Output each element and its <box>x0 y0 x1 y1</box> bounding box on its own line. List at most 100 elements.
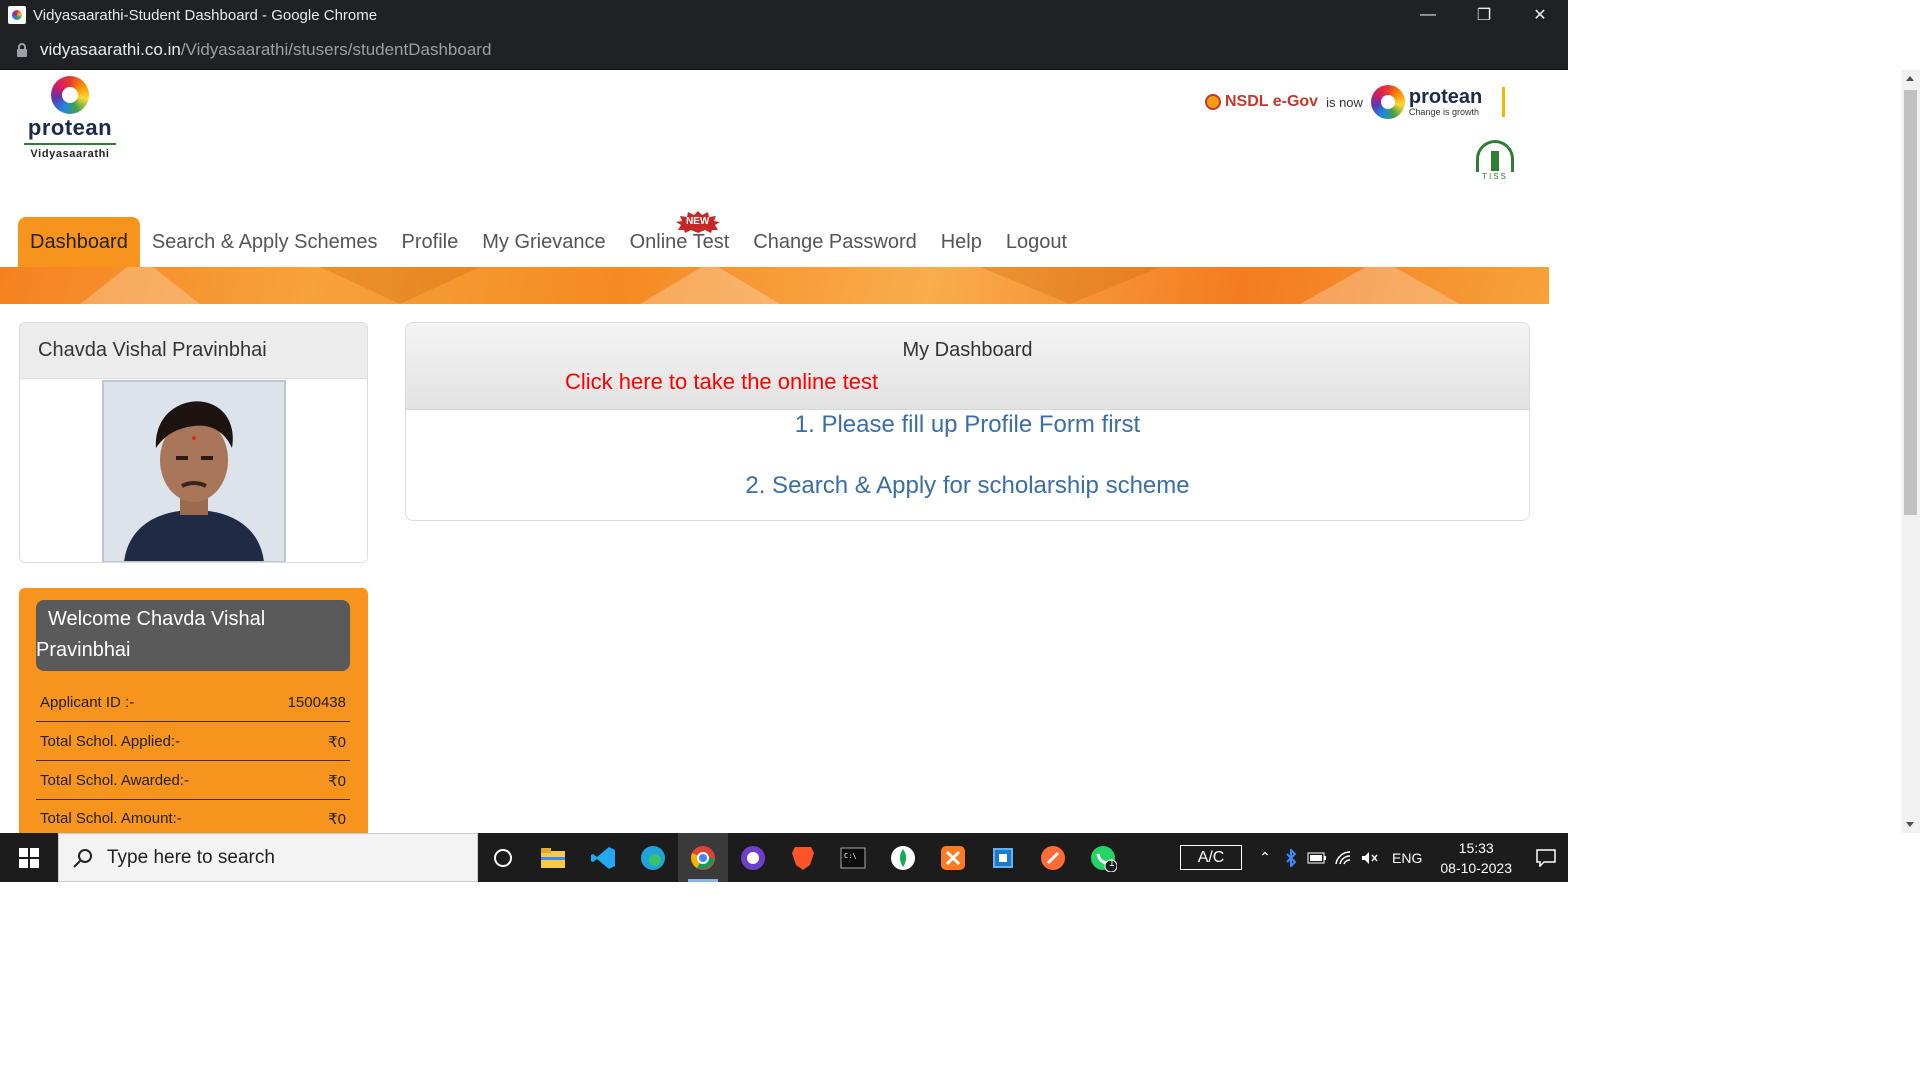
battery-icon[interactable] <box>1304 833 1330 882</box>
info-label: Total Schol. Awarded:- <box>40 772 189 789</box>
url-path: /Vidyasaarathi/stusers/studentDashboard <box>180 39 492 59</box>
info-value: ₹0 <box>328 772 346 790</box>
lock-icon[interactable] <box>15 42 29 58</box>
info-label: Total Schol. Amount:- <box>40 810 182 827</box>
nav-logout[interactable]: Logout <box>994 217 1079 267</box>
chrome-browser-icon[interactable] <box>678 833 728 882</box>
welcome-line-2: Pravinbhai <box>36 639 131 661</box>
protean-mark-icon <box>1370 85 1405 119</box>
mongodb-compass-icon[interactable] <box>878 833 928 882</box>
my-dashboard-card: My Dashboard Click here to take the onli… <box>405 322 1530 521</box>
site-favicon-icon <box>8 6 26 24</box>
scrollbar-thumb[interactable] <box>1904 90 1917 515</box>
dashboard-header: My Dashboard Click here to take the onli… <box>406 323 1529 410</box>
nav-help[interactable]: Help <box>929 217 994 267</box>
url-text[interactable]: vidyasaarathi.co.in/Vidyasaarathi/stuser… <box>40 40 491 60</box>
terminal-icon[interactable]: C:\ <box>828 833 878 882</box>
url-domain: vidyasaarathi.co.in <box>40 39 181 59</box>
info-row-applicant-id: Applicant ID :- 1500438 <box>36 684 350 722</box>
system-tray: A/C ⌃ ENG 15:33 08-10-2023 <box>1180 833 1568 882</box>
welcome-box: Welcome Chavda Vishal Pravinbhai <box>36 600 350 671</box>
svg-text:C:\: C:\ <box>844 852 857 860</box>
nav-search-apply-schemes[interactable]: Search & Apply Schemes <box>140 217 390 267</box>
student-name: Chavda Vishal Pravinbhai <box>20 323 367 379</box>
clock-date: 08-10-2023 <box>1440 859 1512 876</box>
search-placeholder: Type here to search <box>107 846 275 868</box>
tiss-tree-icon <box>1476 140 1514 172</box>
restore-button[interactable]: ❐ <box>1456 0 1512 30</box>
minimize-button[interactable]: — <box>1400 0 1456 30</box>
virtualbox-icon[interactable] <box>978 833 1028 882</box>
windows-taskbar: Type here to search C:\ 1 A/C ⌃ ENG 15:3… <box>0 833 1568 882</box>
info-label: Applicant ID :- <box>40 694 135 711</box>
nav-my-grievance[interactable]: My Grievance <box>470 217 617 267</box>
dashboard-title: My Dashboard <box>902 339 1033 361</box>
is-now-text: is now <box>1326 94 1363 110</box>
profile-card: Chavda Vishal Pravinbhai <box>19 322 368 563</box>
protean-brand-text: protean <box>1408 86 1483 108</box>
applicant-info-card: Welcome Chavda Vishal Pravinbhai Applica… <box>19 588 368 833</box>
notifications-icon[interactable] <box>1524 833 1568 882</box>
wifi-icon[interactable] <box>1330 833 1356 882</box>
whatsapp-badge: 1 <box>1109 858 1115 869</box>
nav-profile[interactable]: Profile <box>390 217 471 267</box>
info-value: ₹0 <box>328 733 346 751</box>
edge-browser-icon[interactable] <box>628 833 678 882</box>
nsdl-text: NSDL e-Gov <box>1225 93 1319 110</box>
protean-tagline: Change is growth <box>1408 107 1479 117</box>
nav-change-password[interactable]: Change Password <box>741 217 928 267</box>
nsdl-protean-logo: NSDL e-Gov is now protean Change is grow… <box>1205 85 1506 119</box>
scroll-down-icon[interactable] <box>1906 822 1914 827</box>
task-view-icon[interactable] <box>478 833 528 882</box>
window-title: Vidyasaarathi-Student Dashboard - Google… <box>33 6 378 24</box>
logo-divider <box>24 143 116 145</box>
nav-dashboard[interactable]: Dashboard <box>18 217 140 267</box>
close-window-button[interactable]: ✕ <box>1512 0 1568 30</box>
file-explorer-icon[interactable] <box>528 833 578 882</box>
new-badge-text: NEW <box>685 216 710 227</box>
xampp-icon[interactable] <box>928 833 978 882</box>
page-scrollbar[interactable] <box>1901 70 1920 833</box>
student-photo <box>102 380 286 562</box>
nsdl-mark-icon <box>1205 94 1221 110</box>
logo-sub-text: Vidyasaarathi <box>30 148 110 160</box>
protean-mark-icon <box>51 76 89 114</box>
info-value: 1500438 <box>287 694 346 711</box>
input-language[interactable]: ENG <box>1392 850 1422 866</box>
start-button[interactable] <box>0 833 58 882</box>
brave-browser-icon[interactable] <box>778 833 828 882</box>
bluetooth-icon[interactable] <box>1278 833 1304 882</box>
whatsapp-icon[interactable]: 1 <box>1078 833 1128 882</box>
vscode-icon[interactable] <box>578 833 628 882</box>
search-icon <box>73 848 93 868</box>
step-fill-profile-link[interactable]: 1. Please fill up Profile Form first <box>406 411 1529 439</box>
nav-online-test[interactable]: Online Test NEW <box>618 211 742 267</box>
github-desktop-icon[interactable] <box>728 833 778 882</box>
info-row-total-awarded: Total Schol. Awarded:- ₹0 <box>36 762 350 800</box>
show-hidden-icons-chevron-up-icon[interactable]: ⌃ <box>1252 833 1278 882</box>
new-badge: NEW <box>675 211 720 233</box>
browser-title-bar: Vidyasaarathi-Student Dashboard - Google… <box>0 0 1568 30</box>
scroll-up-icon[interactable] <box>1906 76 1914 81</box>
info-value: ₹0 <box>328 810 346 828</box>
step-search-apply-link[interactable]: 2. Search & Apply for scholarship scheme <box>406 472 1529 500</box>
tiss-text: TISS <box>1482 172 1508 181</box>
welcome-line-1: Welcome Chavda Vishal <box>48 608 266 630</box>
protean-vidyasaarathi-logo[interactable]: protean Vidyasaarathi <box>20 76 120 160</box>
logo-brand-text: protean <box>27 115 113 140</box>
online-test-link[interactable]: Click here to take the online test <box>565 369 878 395</box>
taskbar-search-box[interactable]: Type here to search <box>58 833 478 882</box>
page-content: protean Vidyasaarathi NSDL e-Gov is now … <box>0 70 1549 833</box>
main-nav: Dashboard Search & Apply Schemes Profile… <box>18 211 1079 267</box>
logo-divider <box>1502 87 1506 117</box>
info-label: Total Schol. Applied:- <box>40 733 181 750</box>
ac-power-indicator[interactable]: A/C <box>1180 845 1243 870</box>
orange-banner <box>0 267 1549 304</box>
volume-muted-icon[interactable] <box>1356 833 1382 882</box>
clock-time: 15:33 <box>1458 839 1494 856</box>
info-row-total-amount: Total Schol. Amount:- ₹0 <box>36 800 350 833</box>
postman-icon[interactable] <box>1028 833 1078 882</box>
address-bar[interactable]: vidyasaarathi.co.in/Vidyasaarathi/stuser… <box>0 30 1568 70</box>
system-clock[interactable]: 15:33 08-10-2023 <box>1440 838 1512 878</box>
tiss-logo: TISS <box>1472 140 1518 186</box>
